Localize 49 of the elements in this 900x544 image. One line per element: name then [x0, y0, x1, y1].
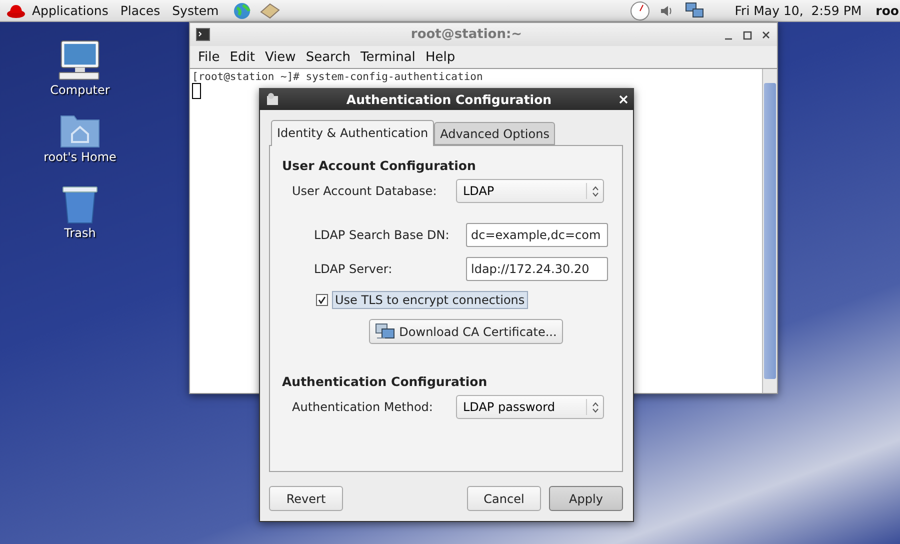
checkbox-label[interactable]: Use TLS to encrypt connections [332, 291, 528, 309]
terminal-line: [root@station ~]# system-config-authentication [192, 71, 484, 83]
checkbox[interactable] [316, 294, 328, 306]
panel-menu[interactable]: Places [114, 3, 166, 18]
dropdown[interactable]: LDAP password [456, 395, 604, 419]
gauge-icon [628, 0, 651, 20]
dialog-title: Authentication Configuration [345, 92, 553, 106]
network-icon[interactable] [684, 2, 705, 20]
field-label: User Account Database: [292, 184, 438, 198]
desktop-icon-label[interactable]: Trash [64, 226, 96, 240]
globe-icon[interactable] [232, 2, 251, 20]
dialog-button[interactable]: Cancel [467, 486, 541, 511]
dropdown[interactable]: LDAP [456, 179, 604, 203]
field-label: LDAP Search Base DN: [314, 228, 450, 242]
field-label: LDAP Server: [314, 262, 394, 276]
field-label: Authentication Method: [292, 400, 434, 414]
menu-item[interactable]: Search [300, 50, 356, 64]
updown-arrows-icon [592, 402, 598, 412]
user-name[interactable]: roo [876, 3, 899, 18]
desktop-icon-label[interactable]: Computer [50, 83, 110, 98]
scrollbar[interactable] [762, 69, 777, 393]
tab[interactable]: Identity & Authentication [271, 120, 434, 146]
dialog-button[interactable]: Apply [549, 486, 623, 511]
panel-menu[interactable]: Applications [26, 3, 114, 18]
desktop-icon-label[interactable]: root's Home [44, 150, 116, 164]
terminal-icon [196, 28, 210, 41]
menu-item[interactable]: Edit [224, 50, 260, 64]
menu-item[interactable]: Terminal [355, 50, 420, 64]
close-icon[interactable] [619, 94, 628, 104]
text-cursor [192, 83, 201, 99]
panel-menu[interactable]: System [166, 3, 225, 18]
window-title: root@station:~ [410, 27, 524, 42]
network-computers-icon [375, 322, 396, 340]
text-field[interactable]: ldap://172.24.30.20 [466, 257, 608, 281]
text-field[interactable]: dc=example,dc=com [466, 223, 608, 247]
menu-item[interactable]: View [260, 50, 301, 64]
section-heading: User Account Configuration [282, 158, 477, 173]
menu-item[interactable]: File [193, 50, 225, 64]
dialog-button[interactable]: Revert [269, 486, 343, 511]
menu-item[interactable]: Help [420, 50, 460, 64]
tab[interactable]: Advanced Options [434, 122, 556, 145]
clock[interactable]: Fri May 10, 2:59 PM [734, 3, 862, 18]
window-controls-icon[interactable] [723, 30, 771, 40]
updown-arrows-icon [592, 186, 598, 196]
dialog-app-icon [265, 92, 279, 106]
download-certificate-button[interactable]: Download CA Certificate... [369, 319, 563, 344]
hat-logo-icon [6, 2, 26, 18]
section-heading: Authentication Configuration [282, 374, 488, 389]
trash-icon [61, 184, 99, 224]
